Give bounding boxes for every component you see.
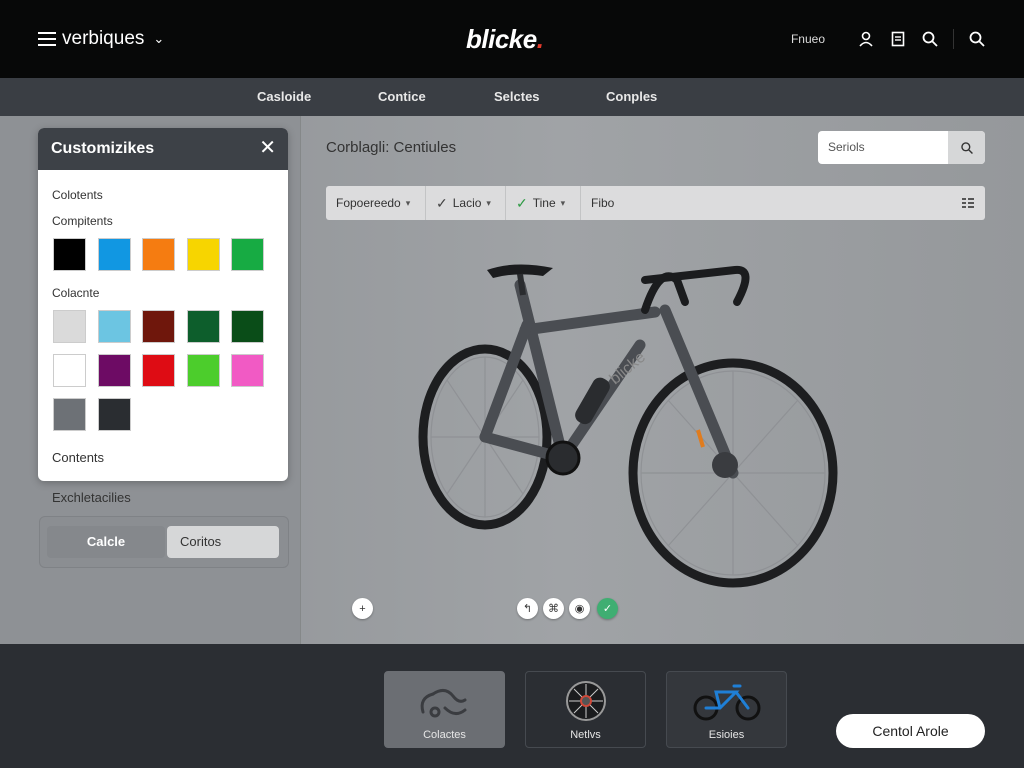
search-icon[interactable] [921,30,939,48]
search-icon[interactable] [968,30,986,48]
filter-label: Lacio [452,196,482,210]
nav-tab[interactable]: Conples [606,89,657,104]
thumbnail-card-selected[interactable]: Colactes [384,671,505,748]
hamburger-icon [38,32,56,46]
add-icon[interactable]: + [352,598,373,619]
card-label: Esioies [708,729,745,741]
filter-label: Tine [532,196,556,210]
section-label: Colacnte [52,286,100,300]
color-swatch[interactable] [98,354,131,387]
section-label: Exchletacilies [52,490,131,505]
wheel-icon [526,678,645,726]
segment-option-selected[interactable]: Coritos [167,526,279,558]
thumbnail-card[interactable]: Esioies [666,671,787,748]
color-swatch[interactable] [187,310,220,343]
brand-logo[interactable]: blicke. [466,24,544,55]
app-header: verbiques ⌄ blicke. Fnueo [0,0,1024,78]
menu-button[interactable]: verbiques ⌄ [38,28,164,50]
search-input[interactable]: Seriols [828,140,865,154]
chevron-down-icon: ▾ [486,197,491,208]
user-icon[interactable] [857,30,875,48]
header-tools: Fnueo [791,29,986,49]
filter-item[interactable]: Fibo [581,186,661,220]
color-swatch[interactable] [142,238,175,271]
color-swatch[interactable] [53,238,86,271]
color-swatch[interactable] [53,354,86,387]
close-icon[interactable]: ✕ [259,138,276,158]
customizer-panel: Customizikes ✕ Colotents Compitents Cola… [38,128,288,481]
view-icon[interactable]: ◉ [569,598,590,619]
grid-view-icon[interactable] [961,196,975,210]
nav-tab[interactable]: Casloide [257,89,311,104]
card-label: Colactes [423,729,466,741]
chevron-down-icon: ⌄ [153,31,165,46]
cta-button[interactable]: Centol Arole [836,714,985,748]
category-nav: Casloide Contice Selctes Conples [0,78,1024,116]
color-swatch[interactable] [187,238,220,271]
color-swatch[interactable] [231,238,264,271]
section-label: Compitents [52,214,113,228]
color-swatch[interactable] [98,238,131,271]
bottom-bar [0,644,1024,768]
check-icon[interactable]: ✓ [597,598,618,619]
divider [953,29,954,49]
color-swatch[interactable] [231,354,264,387]
segment-option[interactable]: Calcle [47,526,165,558]
nav-tab[interactable]: Selctes [494,89,540,104]
handlebar-icon [385,678,504,726]
color-swatch[interactable] [231,310,264,343]
command-icon[interactable]: ⌘ [543,598,564,619]
nav-tab[interactable]: Contice [378,89,426,104]
checkbox-icon: ✓ [516,194,528,211]
search-box[interactable]: Seriols [818,131,985,164]
section-label: Contents [52,450,105,465]
filter-bar: Fopoereedo ▾ ✓ Lacio ▾ ✓ Tine ▾ Fibo [326,186,985,220]
filter-dropdown[interactable]: ✓ Tine ▾ [506,186,581,220]
color-swatch[interactable] [98,398,131,431]
filter-label: Fopoereedo [336,196,401,210]
segmented-control: Calcle Coritos [39,516,289,568]
section-label: Colotents [52,188,103,202]
chevron-down-icon: ▾ [560,197,566,208]
thumbnail-card[interactable]: Netlvs [525,671,646,748]
card-label: Netlvs [570,729,601,741]
menu-label: verbiques [62,28,145,49]
color-swatch[interactable] [142,354,175,387]
document-icon[interactable] [889,30,907,48]
panel-title: Customizikes [51,140,155,157]
search-icon [960,141,973,154]
viewer-title: Corblagli: Centiules [326,139,457,156]
filter-label: Fibo [591,196,615,210]
bike-preview-image: blicke [418,264,838,588]
color-swatch[interactable] [142,310,175,343]
chevron-down-icon: ▾ [405,197,411,208]
search-button[interactable] [948,131,985,164]
color-swatch[interactable] [98,310,131,343]
checkbox-icon: ✓ [436,194,448,211]
bike-icon [667,678,786,726]
filter-dropdown[interactable]: ✓ Lacio ▾ [426,186,506,220]
color-swatch[interactable] [187,354,220,387]
color-swatch[interactable] [53,310,86,343]
rotate-icon[interactable]: ↰ [517,598,538,619]
panel-header: Customizikes ✕ [38,128,288,170]
color-swatch[interactable] [53,398,86,431]
filter-dropdown[interactable]: Fopoereedo ▾ [326,186,426,220]
header-tool-label[interactable]: Fnueo [791,32,825,46]
